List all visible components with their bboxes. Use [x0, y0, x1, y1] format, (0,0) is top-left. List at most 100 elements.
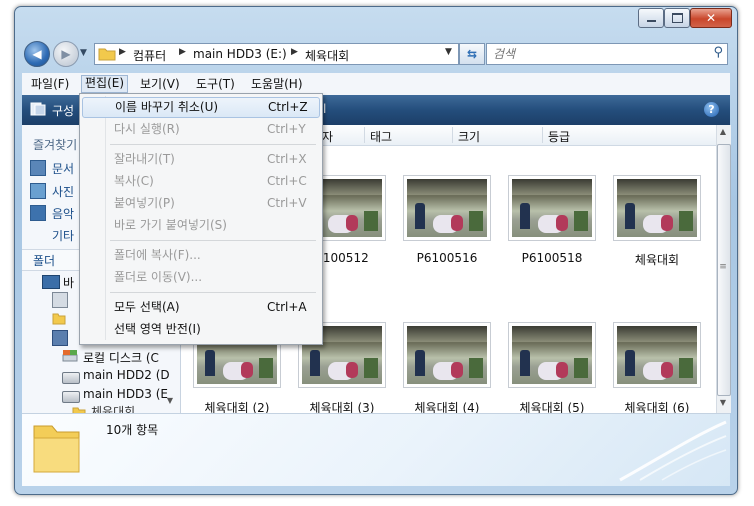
menu-item-label: 모두 선택(A) [114, 300, 180, 314]
scroll-down-icon[interactable]: ▼ [716, 398, 730, 410]
drive-icon [62, 391, 80, 403]
menu-item-shortcut: Ctrl+Z [268, 100, 308, 114]
documents-icon [30, 160, 46, 176]
close-button[interactable]: ✕ [690, 8, 732, 28]
back-button[interactable]: ◀ [24, 41, 50, 67]
file-name[interactable]: 체육대회 [604, 251, 710, 268]
address-bar[interactable]: ▶ 컴퓨터 ▶ main HDD3 (E:) ▶ 체육대회 ▼ [94, 43, 459, 65]
breadcrumb-separator-icon: ▶ [291, 47, 298, 57]
menu-help[interactable]: 도움말(H) [248, 76, 306, 92]
menu-item-label: 이름 바꾸기 취소(U) [115, 100, 219, 114]
file-name[interactable]: P6100516 [394, 251, 500, 265]
menu-item-shortcut: Ctrl+Y [267, 122, 306, 136]
computer-icon [52, 330, 68, 346]
refresh-icon: ⇆ [466, 47, 478, 61]
tree-item-hdd3[interactable]: main HDD3 (E [83, 387, 168, 401]
tree-item-current[interactable]: 체육대회 [91, 403, 135, 413]
folder-large-icon [30, 418, 82, 476]
drive-icon [62, 372, 80, 384]
column-header-size[interactable]: 크기 [458, 128, 480, 145]
maximize-icon [671, 13, 683, 23]
menu-item-copy-to-folder[interactable]: 폴더에 복사(F)... [82, 245, 318, 266]
forward-arrow-icon: ▶ [61, 47, 71, 61]
menu-item-move-to-folder[interactable]: 폴더로 이동(V)... [82, 267, 318, 288]
file-thumbnail[interactable] [508, 175, 596, 241]
toolbar-extra-label[interactable]: l [323, 102, 326, 116]
breadcrumb-drive[interactable]: main HDD3 (E:) [193, 47, 287, 61]
favorite-documents[interactable]: 문서 [52, 160, 74, 177]
menu-item-label: 폴더에 복사(F)... [114, 248, 201, 262]
tree-item-local-disk[interactable]: 로컬 디스크 (C [83, 349, 159, 366]
menu-item-redo[interactable]: 다시 실행(R) Ctrl+Y [82, 119, 318, 140]
help-icon[interactable]: ? [704, 102, 719, 117]
menu-item-select-all[interactable]: 모두 선택(A) Ctrl+A [82, 297, 318, 318]
tree-item-icon [52, 292, 68, 308]
column-divider [542, 127, 543, 143]
file-name[interactable]: P6100518 [499, 251, 605, 265]
menu-view[interactable]: 보기(V) [137, 76, 183, 92]
menu-item-cut[interactable]: 잘라내기(T) Ctrl+X [82, 149, 318, 170]
breadcrumb-computer[interactable]: 컴퓨터 [133, 47, 166, 64]
file-thumbnail[interactable] [613, 175, 701, 241]
menu-separator [110, 240, 316, 241]
desktop-icon [42, 275, 60, 289]
tree-item-desktop[interactable]: 바 [63, 274, 74, 291]
minimize-button[interactable] [638, 8, 664, 28]
column-header-date[interactable]: 자 [322, 128, 333, 145]
menu-item-paste-shortcut[interactable]: 바로 가기 붙여넣기(S) [82, 215, 318, 236]
folder-icon [98, 46, 116, 61]
item-count: 10개 항목 [106, 423, 159, 437]
search-input[interactable] [491, 45, 695, 63]
menu-item-shortcut: Ctrl+C [267, 174, 307, 188]
search-box[interactable]: ⚲ [486, 43, 728, 65]
breadcrumb-folder[interactable]: 체육대회 [305, 47, 349, 64]
address-dropdown-icon[interactable]: ▼ [445, 47, 452, 57]
menu-item-paste[interactable]: 붙여넣기(P) Ctrl+V [82, 193, 318, 214]
forward-button[interactable]: ▶ [53, 41, 79, 67]
menu-file[interactable]: 파일(F) [28, 76, 72, 92]
menu-tools[interactable]: 도구(T) [193, 76, 238, 92]
folders-header[interactable]: 폴더 [33, 252, 55, 269]
menu-item-label: 다시 실행(R) [114, 122, 180, 136]
column-header-rating[interactable]: 등급 [548, 128, 570, 145]
minimize-icon [646, 20, 656, 22]
scroll-up-icon[interactable]: ▲ [716, 127, 730, 139]
refresh-button[interactable]: ⇆ [459, 43, 485, 65]
search-icon[interactable]: ⚲ [713, 45, 723, 60]
menu-item-label: 폴더로 이동(V)... [114, 270, 203, 284]
menu-separator [110, 144, 316, 145]
column-divider [452, 127, 453, 143]
organize-button[interactable]: 구성 [52, 102, 74, 119]
menu-item-undo-rename[interactable]: 이름 바꾸기 취소(U) Ctrl+Z [82, 97, 320, 118]
file-thumbnail[interactable] [508, 322, 596, 388]
history-dropdown-icon[interactable]: ▼ [80, 48, 87, 58]
file-thumbnail[interactable] [613, 322, 701, 388]
organize-icon [30, 102, 46, 116]
local-disk-icon [62, 349, 78, 363]
menu-bar [22, 73, 730, 95]
menu-item-label: 붙여넣기(P) [114, 196, 175, 210]
music-icon [30, 205, 46, 221]
menu-separator [110, 292, 316, 293]
column-divider [364, 127, 365, 143]
tree-folder-icon [72, 405, 86, 413]
menu-item-shortcut: Ctrl+A [267, 300, 307, 314]
breadcrumb-separator-icon: ▶ [179, 47, 186, 57]
menu-item-label: 바로 가기 붙여넣기(S) [114, 218, 227, 232]
favorite-more[interactable]: 기타 [52, 227, 74, 244]
favorite-pictures[interactable]: 사진 [52, 183, 74, 200]
close-icon: ✕ [705, 11, 717, 25]
file-thumbnail[interactable] [403, 175, 491, 241]
maximize-button[interactable] [664, 8, 690, 28]
favorite-music[interactable]: 음악 [52, 205, 74, 222]
tree-folder-icon [52, 311, 66, 325]
column-header-tags[interactable]: 태그 [370, 128, 392, 145]
menu-item-shortcut: Ctrl+X [267, 152, 307, 166]
tree-item-hdd2[interactable]: main HDD2 (D [83, 368, 170, 382]
menu-item-invert-selection[interactable]: 선택 영역 반전(I) [82, 319, 318, 340]
menu-edit[interactable]: 편집(E) [81, 75, 129, 93]
file-thumbnail[interactable] [403, 322, 491, 388]
nav-scroll-down-icon[interactable]: ▼ [162, 396, 178, 410]
menu-item-copy[interactable]: 복사(C) Ctrl+C [82, 171, 318, 192]
menu-item-shortcut: Ctrl+V [267, 196, 307, 210]
